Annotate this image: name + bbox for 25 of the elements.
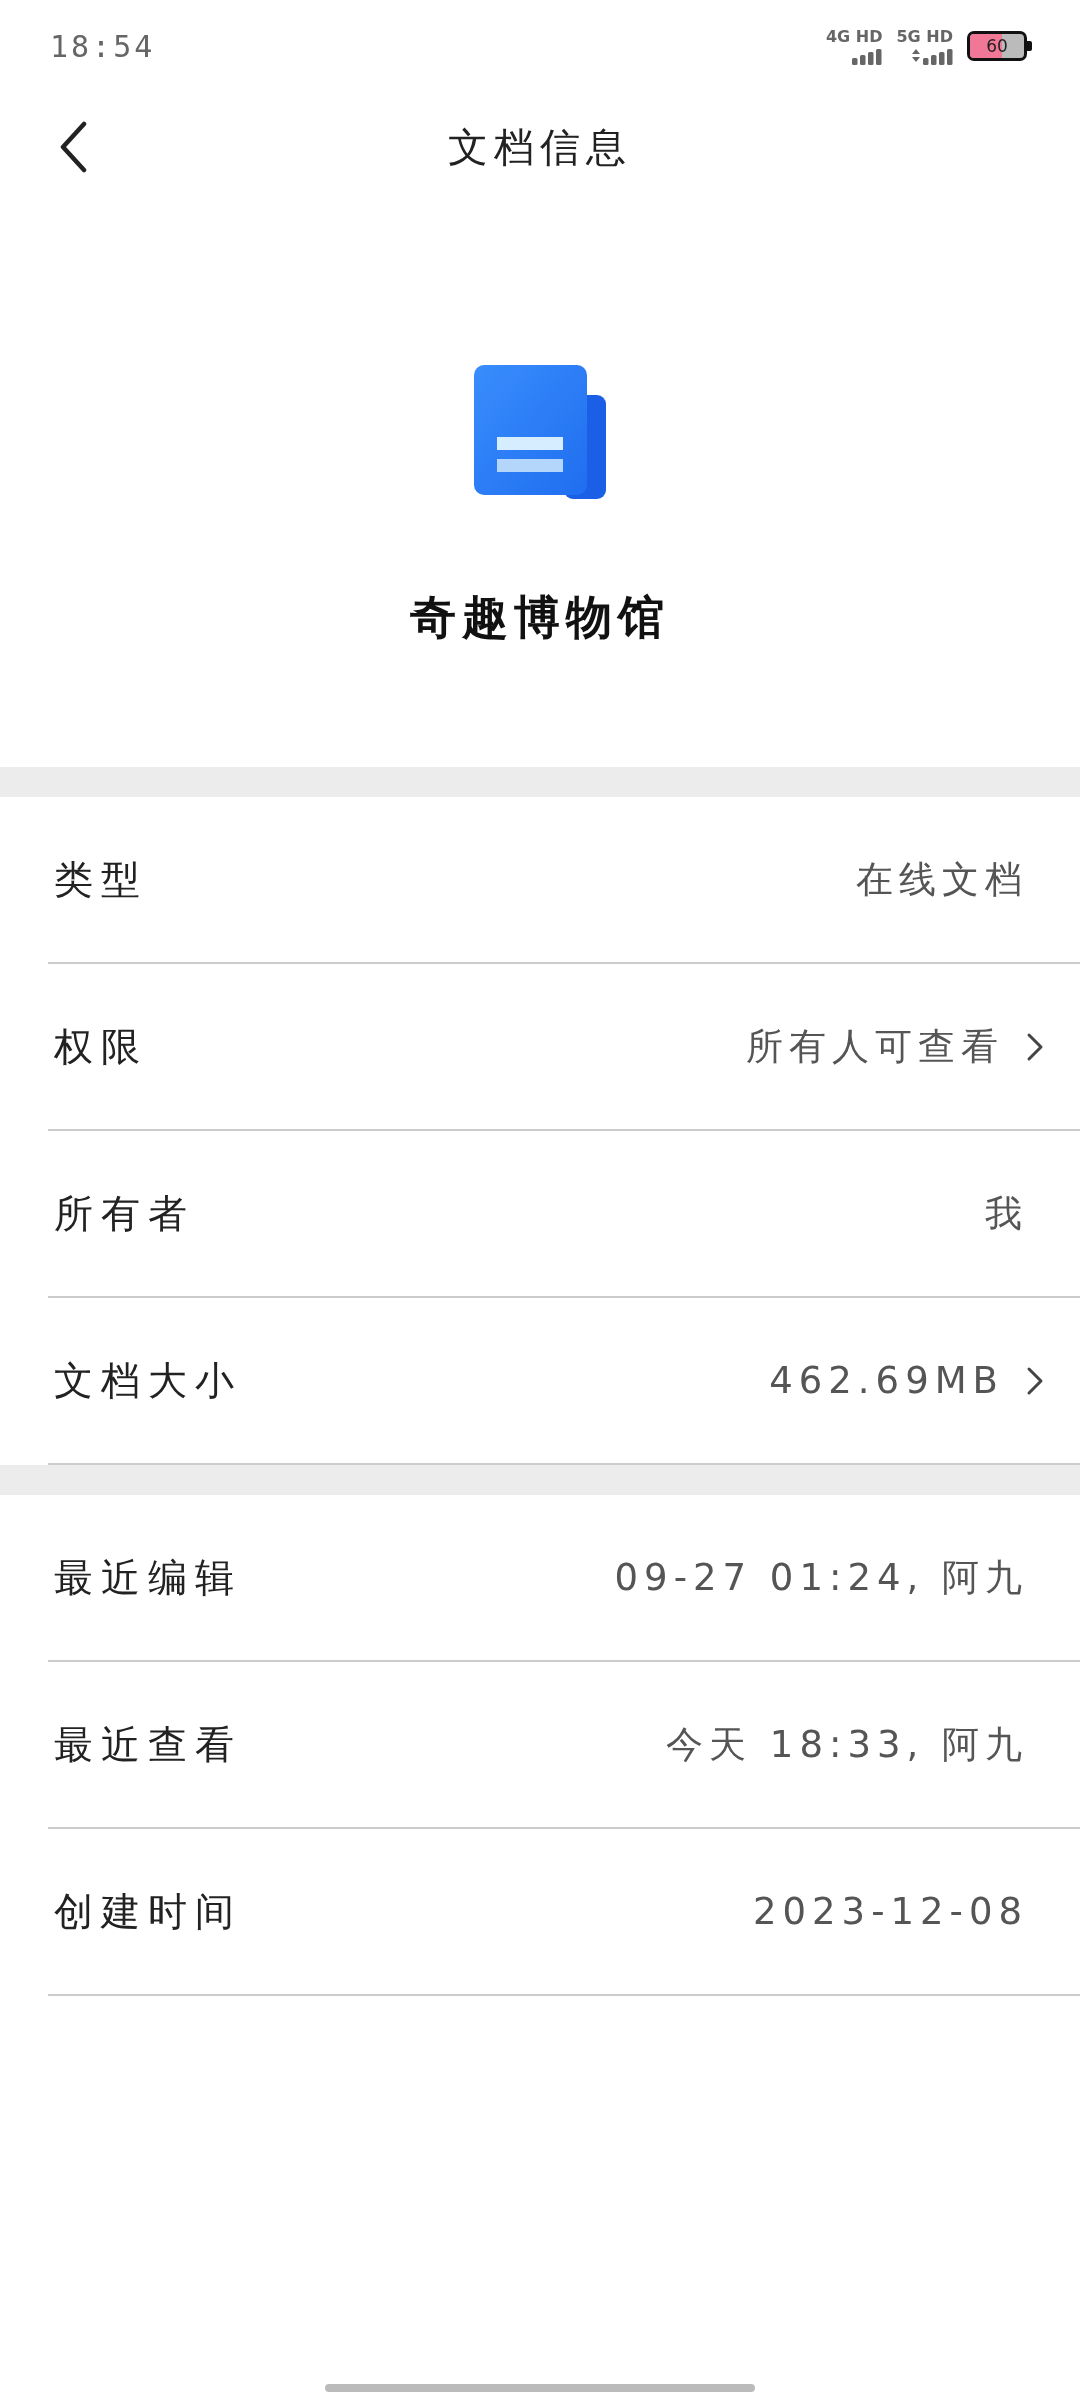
row-value: 2023-12-08	[752, 1890, 1028, 1933]
row-value: 今天 18:33, 阿九	[666, 1721, 1028, 1768]
row-label: 所有者	[54, 1189, 195, 1238]
row-label: 类型	[54, 855, 148, 904]
row-value: 所有人可查看	[746, 1023, 1004, 1070]
chevron-icon	[1026, 1365, 1044, 1396]
row-label: 权限	[54, 1022, 148, 1071]
info-row[interactable]: 权限 所有人可查看	[48, 964, 1080, 1131]
row-value: 我	[985, 1190, 1028, 1237]
document-name: 奇趣博物馆	[410, 589, 670, 646]
network-label: 4G HD	[825, 27, 883, 46]
chevron-icon	[1026, 1031, 1044, 1062]
row-label: 文档大小	[54, 1356, 242, 1405]
row-value: 462.69MB	[769, 1359, 1004, 1402]
row-value: 09-27 01:24, 阿九	[614, 1554, 1028, 1601]
row-value: 在线文档	[856, 856, 1028, 903]
network-label: 5G HD	[896, 27, 953, 46]
row-label: 最近查看	[54, 1720, 242, 1769]
row-label: 创建时间	[54, 1887, 242, 1936]
status-time: 18:54	[50, 28, 156, 64]
battery-level: 60	[986, 36, 1008, 56]
document-icon	[474, 365, 606, 499]
back-icon	[58, 121, 88, 173]
page-title: 文档信息	[448, 122, 632, 172]
row-label: 最近编辑	[54, 1553, 242, 1602]
